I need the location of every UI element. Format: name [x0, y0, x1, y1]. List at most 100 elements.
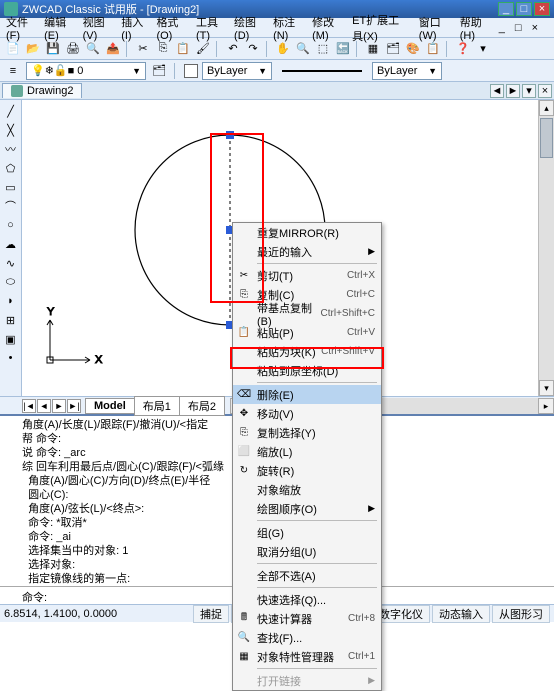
- tp-icon[interactable]: 🎨: [404, 40, 422, 58]
- menu-insert[interactable]: 插入(I): [121, 14, 146, 42]
- menu-draw[interactable]: 绘图(D): [234, 14, 263, 42]
- zoom-prev-icon[interactable]: 🔙: [334, 40, 352, 58]
- du-icon[interactable]: ▾: [474, 40, 492, 58]
- layout-1[interactable]: 布局1: [134, 396, 180, 416]
- minimize-button[interactable]: _: [498, 2, 514, 16]
- zoom-win-icon[interactable]: ⬚: [314, 40, 332, 58]
- tab-next[interactable]: ►: [506, 84, 520, 98]
- ellipse-icon[interactable]: ⬭: [2, 273, 20, 291]
- save-icon[interactable]: 💾: [44, 40, 62, 58]
- scroll-up[interactable]: ▴: [539, 100, 554, 116]
- fromdwg-toggle[interactable]: 从图形习: [492, 605, 550, 623]
- menu-item[interactable]: 📋粘贴(P)Ctrl+V: [233, 323, 381, 342]
- xline-icon[interactable]: ╳: [2, 121, 20, 139]
- arc-icon[interactable]: ⌒: [2, 197, 20, 215]
- layermgr-icon[interactable]: 🗂: [150, 62, 168, 80]
- new-icon[interactable]: 📄: [4, 40, 22, 58]
- lt-first[interactable]: |◄: [22, 399, 36, 413]
- menu-item[interactable]: 取消分组(U): [233, 542, 381, 561]
- preview-icon[interactable]: 🔍: [84, 40, 102, 58]
- menu-item[interactable]: 快速选择(Q)...: [233, 590, 381, 609]
- dc-icon[interactable]: 🗂: [384, 40, 402, 58]
- menu-item[interactable]: 带基点复制(B)Ctrl+Shift+C: [233, 304, 381, 323]
- menu-tools[interactable]: 工具(T): [196, 14, 224, 42]
- cl-icon[interactable]: 📋: [424, 40, 442, 58]
- lt-next[interactable]: ►: [52, 399, 66, 413]
- menu-item[interactable]: 组(G): [233, 523, 381, 542]
- menu-item[interactable]: 绘图顺序(O)▶: [233, 499, 381, 518]
- mdi-min[interactable]: _: [499, 22, 505, 34]
- color-combo[interactable]: ByLayer▼: [202, 62, 272, 80]
- menu-view[interactable]: 视图(V): [83, 14, 112, 42]
- cut-icon[interactable]: ✂: [134, 40, 152, 58]
- layer-combo[interactable]: 💡❄🔓■ 0▼: [26, 62, 146, 80]
- snap-toggle[interactable]: 捕捉: [193, 605, 229, 623]
- menu-item[interactable]: ▦对象特性管理器Ctrl+1: [233, 647, 381, 666]
- revcloud-icon[interactable]: ☁: [2, 235, 20, 253]
- menu-item[interactable]: 全部不选(A): [233, 566, 381, 585]
- zoom-rt-icon[interactable]: 🔍: [294, 40, 312, 58]
- menu-item[interactable]: ⬜缩放(L): [233, 442, 381, 461]
- menu-modify[interactable]: 修改(M): [312, 14, 342, 42]
- layer-icon[interactable]: ≡: [4, 62, 22, 80]
- menu-item[interactable]: 🖩快速计算器Ctrl+8: [233, 609, 381, 628]
- menu-item[interactable]: 最近的输入▶: [233, 242, 381, 261]
- lt-prev[interactable]: ◄: [37, 399, 51, 413]
- layout-2[interactable]: 布局2: [179, 396, 225, 416]
- print-icon[interactable]: 🖨: [64, 40, 82, 58]
- polygon-icon[interactable]: ⬠: [2, 159, 20, 177]
- pline-icon[interactable]: 〰: [2, 140, 20, 158]
- menu-item[interactable]: 🔍查找(F)...: [233, 628, 381, 647]
- block-icon[interactable]: ▣: [2, 330, 20, 348]
- doc-tab-active[interactable]: Drawing2: [2, 83, 82, 98]
- props-icon[interactable]: ▦: [364, 40, 382, 58]
- undo-icon[interactable]: ↶: [224, 40, 242, 58]
- tab-prev[interactable]: ◄: [490, 84, 504, 98]
- close-button[interactable]: ×: [534, 2, 550, 16]
- coords-readout[interactable]: 6.8514, 1.4100, 0.0000: [4, 608, 117, 620]
- menu-item[interactable]: ✂剪切(T)Ctrl+X: [233, 266, 381, 285]
- menu-help[interactable]: 帮助(H): [460, 14, 489, 42]
- paste-icon[interactable]: 📋: [174, 40, 192, 58]
- insert-icon[interactable]: ⊞: [2, 311, 20, 329]
- point-icon[interactable]: •: [2, 349, 20, 367]
- layout-model[interactable]: Model: [85, 398, 135, 414]
- menu-item[interactable]: ↻旋转(R): [233, 461, 381, 480]
- menu-file[interactable]: 文件(F): [6, 14, 34, 42]
- menu-item[interactable]: ✥移动(V): [233, 404, 381, 423]
- menu-dimension[interactable]: 标注(N): [273, 14, 302, 42]
- linetype-combo[interactable]: ByLayer▼: [372, 62, 442, 80]
- match-icon[interactable]: 🖌: [194, 40, 212, 58]
- menu-window[interactable]: 窗口(W): [419, 14, 450, 42]
- menu-item[interactable]: 对象缩放: [233, 480, 381, 499]
- mdi-max[interactable]: □: [515, 22, 522, 34]
- maximize-button[interactable]: □: [516, 2, 532, 16]
- tab-list[interactable]: ▾: [522, 84, 536, 98]
- copy-icon[interactable]: ⎘: [154, 40, 172, 58]
- draw-toolbar: ╱ ╳ 〰 ⬠ ▭ ⌒ ○ ☁ ∿ ⬭ ◗ ⊞ ▣ •: [0, 100, 22, 396]
- vertical-scrollbar[interactable]: ▴ ▾: [538, 100, 554, 396]
- ellipsearc-icon[interactable]: ◗: [2, 292, 20, 310]
- mdi-close[interactable]: ×: [532, 22, 538, 34]
- pan-icon[interactable]: ✋: [274, 40, 292, 58]
- menu-item[interactable]: ⌫删除(E): [233, 385, 381, 404]
- spline-icon[interactable]: ∿: [2, 254, 20, 272]
- dyn-toggle[interactable]: 动态输入: [432, 605, 490, 623]
- help-icon[interactable]: ❓: [454, 40, 472, 58]
- lt-last[interactable]: ►|: [67, 399, 81, 413]
- color-swatch[interactable]: [184, 64, 198, 78]
- menu-format[interactable]: 格式(O): [156, 14, 186, 42]
- open-icon[interactable]: 📂: [24, 40, 42, 58]
- scroll-down[interactable]: ▾: [539, 380, 554, 396]
- menu-item[interactable]: 重复MIRROR(R): [233, 223, 381, 242]
- rect-icon[interactable]: ▭: [2, 178, 20, 196]
- circle-icon[interactable]: ○: [2, 216, 20, 234]
- line-icon[interactable]: ╱: [2, 102, 20, 120]
- menu-item[interactable]: 粘贴到原坐标(D): [233, 361, 381, 380]
- menu-item[interactable]: 粘贴为块(K)Ctrl+Shift+V: [233, 342, 381, 361]
- publish-icon[interactable]: 📤: [104, 40, 122, 58]
- menu-item[interactable]: ⎘复制选择(Y): [233, 423, 381, 442]
- tab-close[interactable]: ×: [538, 84, 552, 98]
- redo-icon[interactable]: ↷: [244, 40, 262, 58]
- menu-edit[interactable]: 编辑(E): [44, 14, 73, 42]
